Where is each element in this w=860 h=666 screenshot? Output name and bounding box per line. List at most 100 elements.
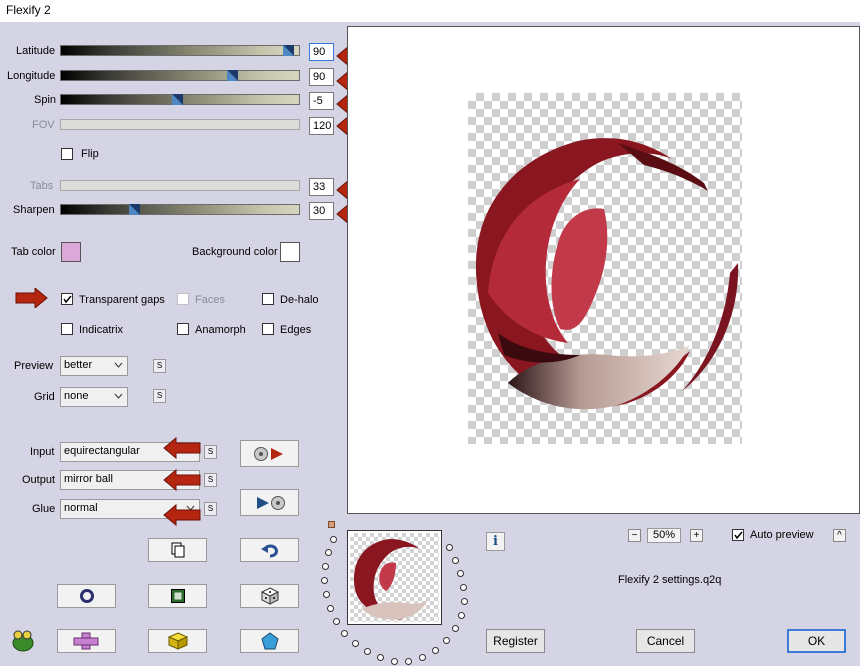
undo-button[interactable] [240, 538, 299, 562]
flip-label: Flip [81, 148, 99, 160]
glue-select-value: normal [64, 502, 98, 514]
navigator-dot[interactable] [325, 549, 332, 556]
navigator-dot[interactable] [446, 544, 453, 551]
navigator-dot[interactable] [352, 640, 359, 647]
input-to-output-button[interactable] [240, 440, 299, 467]
frog-logo-icon [10, 628, 36, 655]
navigator-anchor[interactable] [328, 521, 335, 528]
info-button[interactable]: i [486, 532, 505, 551]
navigator-dot[interactable] [452, 557, 459, 564]
navigator-dot[interactable] [364, 648, 371, 655]
longitude-label: Longitude [7, 70, 56, 82]
fov-slider [60, 119, 300, 130]
tabs-label: Tabs [30, 180, 54, 192]
navigator-dot[interactable] [321, 577, 328, 584]
longitude-slider[interactable] [60, 70, 300, 81]
navigator-dot[interactable] [377, 654, 384, 661]
grid-s-button[interactable]: S [153, 389, 166, 403]
spin-value[interactable]: -5 [309, 92, 334, 110]
background-color-swatch[interactable] [280, 242, 300, 262]
preview-select-value: better [64, 359, 93, 371]
background-color-label: Background color [192, 246, 278, 258]
flip-checkbox[interactable] [61, 148, 73, 160]
checkmark-icon [734, 531, 743, 540]
auto-preview-checkbox[interactable] [732, 529, 744, 541]
tabs-value[interactable]: 33 [309, 178, 334, 196]
circle-icon [79, 589, 94, 603]
ok-button[interactable]: OK [787, 629, 846, 653]
navigator-dot[interactable] [333, 618, 340, 625]
latitude-slider[interactable] [60, 45, 300, 56]
settings-file-name: Flexify 2 settings.q2q [618, 574, 722, 586]
dice-button[interactable] [240, 584, 299, 608]
arrow-left-icon [163, 503, 201, 527]
de-halo-checkbox[interactable] [262, 293, 274, 305]
zoom-out-button[interactable]: − [628, 529, 641, 542]
grid-select[interactable]: none [60, 387, 128, 407]
fov-value[interactable]: 120 [309, 117, 334, 135]
latitude-value[interactable]: 90 [309, 43, 334, 61]
navigator-dot[interactable] [327, 605, 334, 612]
mirror-ball-preview-image [475, 138, 739, 410]
chevron-down-icon [114, 393, 123, 399]
collapse-button[interactable]: ^ [833, 529, 846, 542]
navigator-dot[interactable] [461, 598, 468, 605]
puzzle-cross-button[interactable] [57, 629, 116, 653]
checkmark-icon [63, 295, 72, 304]
anamorph-checkbox[interactable] [177, 323, 189, 335]
copy-button[interactable] [148, 538, 207, 562]
spin-slider[interactable] [60, 94, 300, 105]
dice-icon [260, 587, 279, 605]
undo-icon [260, 544, 278, 558]
register-button[interactable]: Register [486, 629, 545, 653]
anamorph-label: Anamorph [195, 324, 246, 336]
navigator-dot[interactable] [452, 625, 459, 632]
arrow-right-icon [15, 288, 48, 308]
navigator-dot[interactable] [419, 654, 426, 661]
navigator-dot[interactable] [457, 570, 464, 577]
glue-s-button[interactable]: S [204, 502, 217, 516]
pentagon-button[interactable] [240, 629, 299, 653]
square-icon [170, 589, 185, 603]
longitude-value[interactable]: 90 [309, 68, 334, 86]
indicatrix-checkbox[interactable] [61, 323, 73, 335]
title-bar [0, 0, 860, 22]
navigator-dot[interactable] [323, 591, 330, 598]
longitude-slider-thumb[interactable] [227, 70, 238, 81]
circle-button[interactable] [57, 584, 116, 608]
cube-button[interactable] [148, 629, 207, 653]
glue-label: Glue [32, 503, 56, 515]
output-to-input-icon [256, 495, 285, 510]
navigator-dot[interactable] [405, 658, 412, 665]
spin-slider-thumb[interactable] [172, 94, 183, 105]
edges-checkbox[interactable] [262, 323, 274, 335]
sharpen-value[interactable]: 30 [309, 202, 334, 220]
preview-select[interactable]: better [60, 356, 128, 376]
navigator-dot[interactable] [330, 536, 337, 543]
navigator-dot[interactable] [460, 584, 467, 591]
sharpen-slider[interactable] [60, 204, 300, 215]
thumbnail-preview[interactable] [347, 530, 442, 625]
grid-select-value: none [64, 390, 89, 402]
navigator-dot[interactable] [443, 637, 450, 644]
tab-color-swatch[interactable] [61, 242, 81, 262]
preview-label: Preview [14, 360, 54, 372]
navigator-dot[interactable] [391, 658, 398, 665]
output-to-input-button[interactable] [240, 489, 299, 516]
preview-s-button[interactable]: S [153, 359, 166, 373]
info-icon: i [493, 534, 498, 549]
sharpen-label: Sharpen [13, 204, 55, 216]
input-s-button[interactable]: S [204, 445, 217, 459]
navigator-dot[interactable] [458, 612, 465, 619]
fov-label: FOV [32, 119, 55, 131]
sharpen-slider-thumb[interactable] [129, 204, 140, 215]
square-button[interactable] [148, 584, 207, 608]
transparent-gaps-checkbox[interactable] [61, 293, 73, 305]
zoom-in-button[interactable]: + [690, 529, 703, 542]
navigator-dot[interactable] [322, 563, 329, 570]
output-s-button[interactable]: S [204, 473, 217, 487]
cancel-button[interactable]: Cancel [636, 629, 695, 653]
navigator-dot[interactable] [341, 630, 348, 637]
latitude-slider-thumb[interactable] [283, 45, 294, 56]
navigator-dot[interactable] [432, 647, 439, 654]
